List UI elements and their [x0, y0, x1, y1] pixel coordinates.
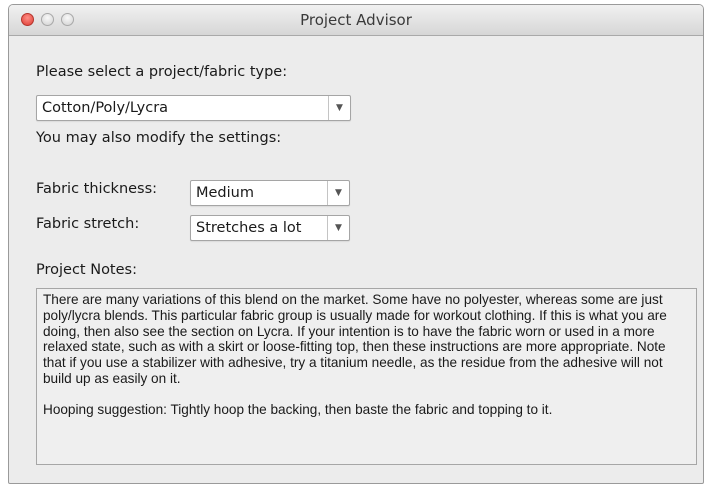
hooping-suggestion: Hooping suggestion: Tightly hoop the bac… [43, 401, 553, 417]
modify-settings-label: You may also modify the settings: [36, 130, 282, 146]
title-bar[interactable]: Project Advisor [9, 5, 703, 36]
chevron-down-icon[interactable]: ▼ [328, 96, 350, 120]
fabric-stretch-label: Fabric stretch: [36, 216, 140, 232]
chevron-down-icon[interactable]: ▼ [327, 181, 349, 205]
fabric-stretch-value: Stretches a lot [196, 220, 302, 236]
project-advisor-window: Project Advisor Please select a project/… [8, 4, 704, 484]
fabric-stretch-select[interactable]: Stretches a lot ▼ [190, 215, 350, 241]
fabric-thickness-label: Fabric thickness: [36, 181, 158, 197]
notes-paragraph: There are many variations of this blend … [43, 292, 667, 386]
project-notes-label: Project Notes: [36, 262, 137, 278]
project-notes-textarea[interactable]: There are many variations of this blend … [36, 288, 697, 465]
fabric-thickness-select[interactable]: Medium ▼ [190, 180, 350, 206]
chevron-down-icon[interactable]: ▼ [327, 216, 349, 240]
project-type-select[interactable]: Cotton/Poly/Lycra ▼ [36, 95, 351, 121]
project-type-label: Please select a project/fabric type: [36, 64, 288, 80]
window-title: Project Advisor [300, 11, 412, 29]
project-type-value: Cotton/Poly/Lycra [42, 100, 169, 116]
fabric-thickness-value: Medium [196, 185, 254, 201]
